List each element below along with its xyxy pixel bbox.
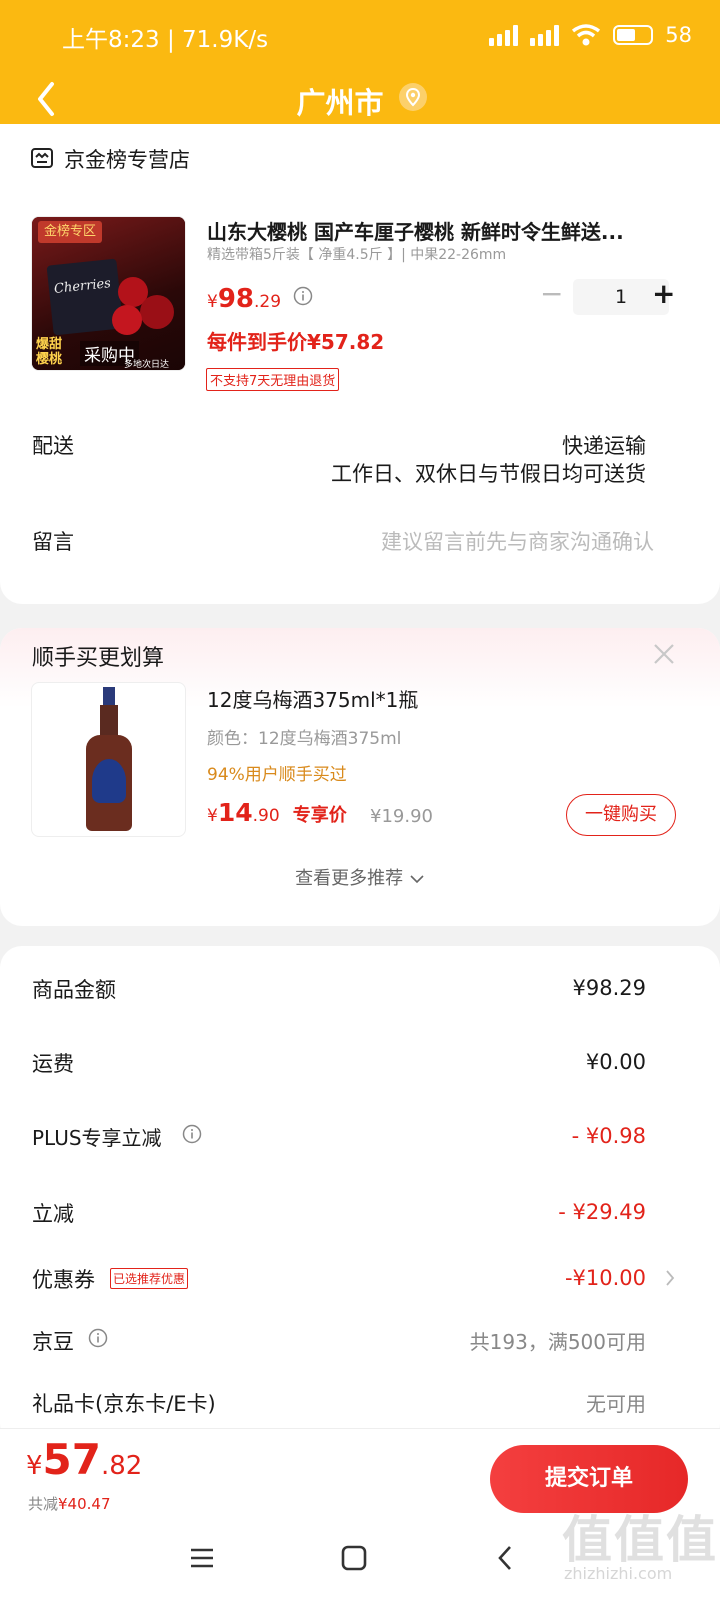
saved-label: 共减 — [28, 1495, 59, 1513]
quantity-plus-button[interactable]: + — [652, 277, 675, 310]
battery-icon — [613, 25, 654, 45]
addon-price-tag: 专享价 — [292, 805, 347, 826]
price-summary-card: 商品金额 ¥98.29 运费 ¥0.00 PLUS专享立减 - ¥0.98 立减… — [0, 946, 720, 1446]
product-tag-line1: 爆甜 — [36, 337, 63, 352]
cherry-3 — [112, 305, 142, 335]
coupon-badge: 已选推荐优惠 — [110, 1268, 189, 1289]
summary-row-value: ¥98.29 — [572, 976, 646, 1000]
watermark-logo: 值值值 — [562, 1511, 718, 1569]
total-price-dec: .82 — [101, 1451, 143, 1481]
return-policy-badge: 不支持7天无理由退货 — [206, 368, 340, 391]
product-tag-line2: 樱桃 — [36, 352, 63, 367]
summary-row-value: ¥0.00 — [585, 1050, 646, 1074]
product-sub-caption: 多地次日达 — [124, 360, 170, 370]
info-icon[interactable] — [182, 1124, 202, 1144]
addon-image[interactable] — [31, 682, 186, 837]
product-price: ¥98.29 — [207, 284, 281, 314]
price-dec: .29 — [254, 292, 282, 312]
status-icons: 58 — [489, 20, 692, 50]
info-icon[interactable] — [293, 286, 313, 306]
wifi-icon — [572, 24, 601, 46]
total-price-symbol: ¥ — [26, 1451, 43, 1481]
summary-row-value: - ¥29.49 — [558, 1200, 646, 1224]
store-name[interactable]: 京金榜专营店 — [64, 144, 190, 174]
bottle-cap — [103, 687, 115, 707]
status-bar: 上午8:23 | 71.9K/s 58 — [0, 0, 720, 70]
price-int: 98 — [217, 284, 255, 314]
status-time: 上午8:23 | 71.9K/s — [62, 27, 269, 53]
addon-title: 顺手买更划算 — [32, 646, 165, 671]
quantity-minus-button[interactable]: − — [540, 277, 563, 310]
addon-price-int: 14 — [217, 798, 253, 827]
summary-row-label: 运费 — [32, 1052, 74, 1076]
summary-row-value: - ¥0.98 — [571, 1124, 646, 1148]
product-tag: 爆甜 樱桃 — [36, 337, 62, 367]
info-icon[interactable] — [88, 1328, 108, 1348]
message-label: 留言 — [32, 530, 74, 554]
order-item-card: 京金榜专营店 金榜专区 Cherries 爆甜 樱桃 采购中 多地次日达 山东大… — [0, 124, 720, 604]
addon-item-spec: 颜色：12度乌梅酒375ml — [207, 729, 402, 749]
menu-icon[interactable] — [188, 1544, 216, 1572]
addon-recommendation-card: 顺手买更划算 12度乌梅酒375ml*1瓶 颜色：12度乌梅酒375ml 94%… — [0, 628, 720, 926]
chevron-right-icon[interactable] — [664, 1268, 676, 1288]
one-click-buy-button[interactable]: 一键购买 — [566, 794, 676, 836]
store-icon — [31, 148, 53, 168]
final-price: 每件到手价¥57.82 — [207, 330, 385, 354]
product-image[interactable]: 金榜专区 Cherries 爆甜 樱桃 采购中 多地次日达 — [31, 216, 186, 371]
cell-signal-icon — [489, 24, 519, 46]
system-navigation-bar: 值值值 zhizhizhi.com — [0, 1511, 720, 1600]
total-price-int: 57 — [42, 1435, 101, 1484]
summary-row-label: 立减 — [32, 1202, 74, 1226]
price-symbol: ¥ — [207, 292, 218, 312]
watermark-url: zhizhizhi.com — [564, 1564, 673, 1583]
saved-value: ¥40.47 — [58, 1495, 111, 1513]
see-more-recommendations[interactable]: 查看更多推荐 — [0, 864, 720, 890]
summary-row-label: 商品金额 — [32, 978, 116, 1002]
addon-price: ¥14.90 专享价 — [207, 798, 347, 827]
bottle-neck — [100, 705, 118, 739]
close-icon[interactable] — [652, 642, 676, 666]
delivery-label: 配送 — [32, 434, 74, 458]
summary-row-value: 无可用 — [586, 1392, 646, 1416]
total-price: ¥57.82 — [26, 1435, 142, 1484]
summary-row-label: PLUS专享立减 — [32, 1126, 162, 1150]
header-bar: 上午8:23 | 71.9K/s 58 广州市 — [0, 0, 720, 140]
total-saved: 共减¥40.47 — [28, 1493, 111, 1514]
product-title[interactable]: 山东大樱桃 国产车厘子樱桃 新鲜时令生鲜送... — [207, 216, 677, 245]
message-input[interactable]: 建议留言前先与商家沟通确认 — [381, 526, 654, 556]
product-spec[interactable]: 精选带箱5斤装【 净重4.5斤 】| 中果22-26mm — [207, 244, 506, 264]
summary-row-label: 京豆 — [32, 1330, 74, 1354]
addon-price-symbol: ¥ — [207, 806, 218, 826]
location-pin-icon[interactable] — [398, 82, 428, 112]
product-badge: 金榜专区 — [38, 221, 103, 243]
summary-row-value: 共193，满500可用 — [469, 1330, 646, 1354]
battery-level: 58 — [665, 23, 692, 47]
see-more-label: 查看更多推荐 — [295, 868, 404, 889]
chevron-down-icon — [410, 875, 424, 884]
back-icon[interactable] — [492, 1544, 520, 1572]
addon-original-price: ¥19.90 — [370, 806, 433, 827]
addon-price-dec: .90 — [252, 806, 280, 826]
addon-social-proof: 94%用户顺手买过 — [207, 765, 347, 785]
bottle-label — [92, 759, 126, 803]
page-title: 广州市 — [296, 86, 384, 120]
summary-row-label: 礼品卡(京东卡/E卡) — [32, 1392, 216, 1416]
delivery-method[interactable]: 快递运输 — [562, 430, 646, 460]
summary-row-value[interactable]: -¥10.00 — [565, 1266, 646, 1290]
delivery-note: 工作日、双休日与节假日均可送货 — [331, 462, 646, 486]
home-icon[interactable] — [340, 1544, 368, 1572]
addon-item-title[interactable]: 12度乌梅酒375ml*1瓶 — [207, 684, 418, 713]
cherry-2 — [140, 295, 174, 329]
cell-signal-2-icon — [530, 24, 560, 46]
summary-row-label: 优惠券 — [32, 1268, 95, 1292]
